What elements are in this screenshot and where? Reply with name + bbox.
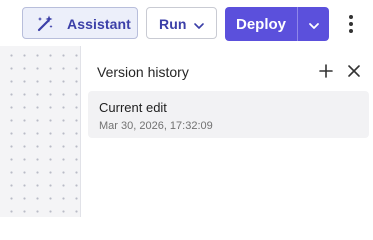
top-toolbar: Assistant Run Deploy (0, 0, 373, 46)
canvas-area[interactable] (0, 46, 80, 217)
version-timestamp: Mar 30, 2026, 17:32:09 (99, 120, 213, 132)
version-history-panel: Version history Current edit Mar 30, 202… (81, 46, 373, 217)
version-name: Current edit (99, 100, 167, 115)
chevron-down-icon (193, 19, 205, 31)
run-button-label: Run (159, 16, 187, 32)
deploy-options-button[interactable] (298, 7, 329, 41)
assistant-button[interactable]: Assistant (22, 7, 138, 39)
add-version-button[interactable] (317, 62, 335, 80)
panel-title: Version history (97, 64, 189, 80)
run-button[interactable]: Run (146, 7, 217, 39)
close-icon (345, 65, 363, 84)
more-vertical-icon (342, 15, 360, 40)
deploy-button-group: Deploy (225, 7, 329, 41)
version-item-current[interactable]: Current edit Mar 30, 2026, 17:32:09 (88, 91, 369, 138)
more-options-button[interactable] (342, 12, 360, 36)
close-panel-button[interactable] (345, 62, 363, 80)
assistant-button-label: Assistant (67, 16, 131, 32)
plus-icon (317, 64, 335, 84)
chevron-down-icon (308, 19, 320, 31)
magic-wand-icon (35, 14, 55, 34)
deploy-button[interactable]: Deploy (225, 7, 297, 41)
